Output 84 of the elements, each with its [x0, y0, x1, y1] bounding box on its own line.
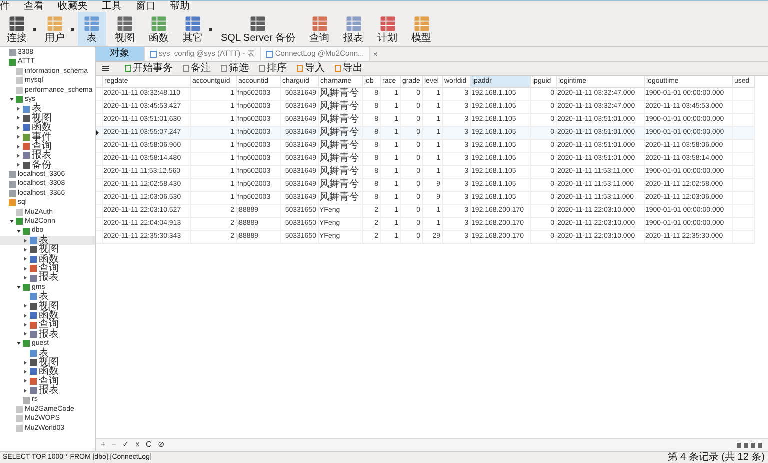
nav-button[interactable]: − — [110, 440, 118, 450]
tree-item[interactable]: 函数 — [32, 123, 52, 133]
collapsed-arrow-icon[interactable] — [16, 134, 21, 140]
toolbar-button[interactable]: 查询 — [304, 12, 335, 46]
menu-icon[interactable] — [102, 66, 109, 71]
collapsed-arrow-icon[interactable] — [16, 152, 21, 159]
menu-item[interactable]: 收藏夹 — [58, 1, 88, 12]
menu-item[interactable]: 件 — [0, 1, 10, 12]
tree-item[interactable]: 查询 — [39, 264, 59, 274]
collapsed-arrow-icon[interactable] — [16, 106, 21, 112]
collapsed-arrow-icon[interactable] — [23, 360, 28, 366]
tree-item[interactable]: 视图 — [39, 358, 59, 368]
tree-item[interactable]: 事件 — [32, 132, 52, 142]
tree-item[interactable]: 视图 — [39, 245, 59, 255]
toolbar-button[interactable]: 其它 — [178, 12, 208, 46]
collapsed-arrow-icon[interactable] — [16, 162, 21, 168]
collapsed-arrow-icon[interactable] — [23, 275, 28, 282]
tree-item[interactable]: 备份 — [32, 160, 52, 170]
collapsed-arrow-icon[interactable] — [23, 266, 28, 272]
collapsed-arrow-icon[interactable] — [23, 312, 28, 319]
tree-item[interactable]: 报表 — [39, 386, 59, 396]
toolbar-button[interactable]: 排序 — [257, 63, 289, 74]
toolbar-button[interactable]: 开始事务 — [123, 63, 175, 74]
tree-item[interactable]: 表 — [32, 104, 42, 114]
menu-item[interactable]: 帮助 — [170, 1, 190, 12]
toolbar-button[interactable]: 导出 — [333, 63, 365, 74]
table-cell: 风舞青兮 — [320, 114, 360, 124]
nav-button[interactable]: ✓ — [120, 440, 132, 450]
toolbar-button[interactable]: 备注 — [181, 63, 213, 74]
collapsed-arrow-icon[interactable] — [16, 124, 21, 131]
collapsed-arrow-icon[interactable] — [23, 246, 28, 253]
menu-item[interactable]: 查看 — [24, 1, 44, 12]
table-cell: 风舞青兮 — [320, 140, 360, 150]
table-cell: 风舞青兮 — [320, 88, 360, 98]
menu-item[interactable]: 工具 — [102, 1, 122, 12]
table-cell: 风舞青兮 — [320, 192, 360, 202]
toolbar-button[interactable]: 模型 — [406, 12, 437, 46]
collapsed-arrow-icon[interactable] — [23, 256, 28, 262]
nav-button[interactable]: × — [133, 440, 142, 450]
table-cell: 风舞青兮 — [320, 166, 360, 176]
record-count: 第 4 条记录 (共 12 条) — [668, 452, 765, 463]
table-cell: 风舞青兮 — [320, 178, 360, 190]
tree-item[interactable]: 查询 — [39, 376, 59, 386]
collapsed-arrow-icon[interactable] — [23, 331, 28, 338]
toolbar-button[interactable]: 导入 — [295, 63, 327, 74]
tree-item[interactable]: 表 — [39, 348, 49, 358]
tree-item[interactable]: 函数 — [39, 367, 59, 377]
toolbar-button[interactable]: 计划 — [372, 12, 403, 46]
toolbar-button[interactable]: 筛选 — [219, 63, 251, 74]
toolbar-button[interactable]: 连接 — [2, 12, 32, 46]
tree-item[interactable]: 查询 — [32, 142, 52, 152]
collapsed-arrow-icon[interactable] — [23, 368, 28, 375]
toolbar-button[interactable]: SQL Server 备份 — [216, 12, 301, 46]
nav-button[interactable]: ⊘ — [156, 440, 167, 450]
collapsed-arrow-icon[interactable] — [23, 238, 28, 244]
collapsed-arrow-icon[interactable] — [16, 144, 21, 150]
toolbar-button[interactable]: 函数 — [144, 12, 174, 46]
toolbar-button[interactable]: 表 — [78, 12, 106, 46]
collapsed-arrow-icon[interactable] — [23, 322, 28, 328]
tree-item[interactable]: 报表 — [32, 151, 52, 161]
nav-button[interactable]: C — [144, 440, 154, 450]
current-row-icon — [96, 130, 99, 136]
collapsed-arrow-icon[interactable] — [23, 388, 28, 394]
nav-button[interactable]: + — [99, 440, 108, 450]
close-icon[interactable]: × — [373, 50, 378, 58]
tree-item[interactable]: 表 — [39, 292, 49, 302]
tree-item[interactable]: 报表 — [39, 330, 59, 340]
tree-item[interactable]: 视图 — [39, 302, 59, 311]
tree-item[interactable]: 视图 — [32, 114, 52, 124]
tree-item[interactable]: 表 — [39, 236, 49, 246]
table-cell: 风舞青兮 — [320, 100, 360, 112]
tree-item[interactable]: 查询 — [39, 320, 59, 330]
toolbar-button[interactable]: 视图 — [110, 12, 140, 46]
tree-item[interactable]: 函数 — [39, 254, 59, 264]
toolbar-button[interactable]: 报表 — [338, 12, 369, 46]
tree-item[interactable]: 函数 — [39, 310, 59, 320]
collapsed-arrow-icon[interactable] — [16, 115, 21, 122]
collapsed-arrow-icon[interactable] — [23, 378, 28, 384]
table-cell: 风舞青兮 — [320, 152, 360, 164]
tree-item[interactable]: 报表 — [39, 273, 59, 283]
collapsed-arrow-icon[interactable] — [23, 303, 28, 310]
table-cell: 风舞青兮 — [320, 126, 360, 138]
tab[interactable]: 对象 — [96, 47, 145, 61]
toolbar-button[interactable]: 用户 — [40, 12, 70, 46]
